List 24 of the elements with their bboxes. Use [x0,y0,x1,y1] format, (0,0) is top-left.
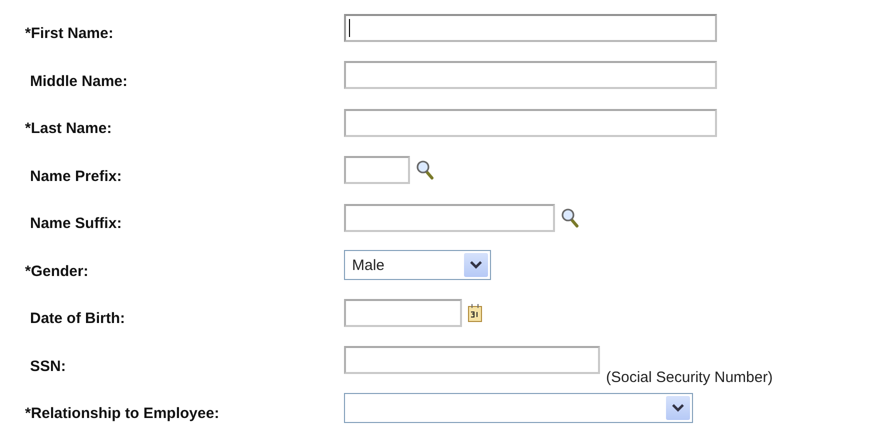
dropdown[interactable]: Male [344,250,491,280]
input-field[interactable] [344,156,410,184]
input-field[interactable] [344,346,600,374]
chevron-down-icon [666,396,690,420]
field-label: *Gender: [24,262,90,280]
input-field[interactable] [344,298,462,327]
field-label: Name Suffix: [29,215,123,232]
field-note: (Social Security Number) [606,369,773,386]
input-field[interactable] [344,61,717,90]
search-icon[interactable] [416,160,434,180]
field-label: *Last Name: [24,120,113,138]
field-label: Date of Birth: [29,310,126,328]
calendar-icon[interactable] [468,304,482,322]
input-field[interactable] [344,204,555,232]
chevron-down-icon [464,253,488,278]
field-label: Name Prefix: [29,168,123,185]
field-label: Middle Name: [29,72,129,90]
field-label: *Relationship to Employee: [24,405,220,422]
input-field[interactable] [344,14,717,42]
field-label: *First Name: [24,25,114,42]
field-label: SSN: [29,358,67,375]
dropdown[interactable] [344,392,693,423]
search-icon[interactable] [561,208,579,228]
input-field[interactable] [344,108,717,137]
